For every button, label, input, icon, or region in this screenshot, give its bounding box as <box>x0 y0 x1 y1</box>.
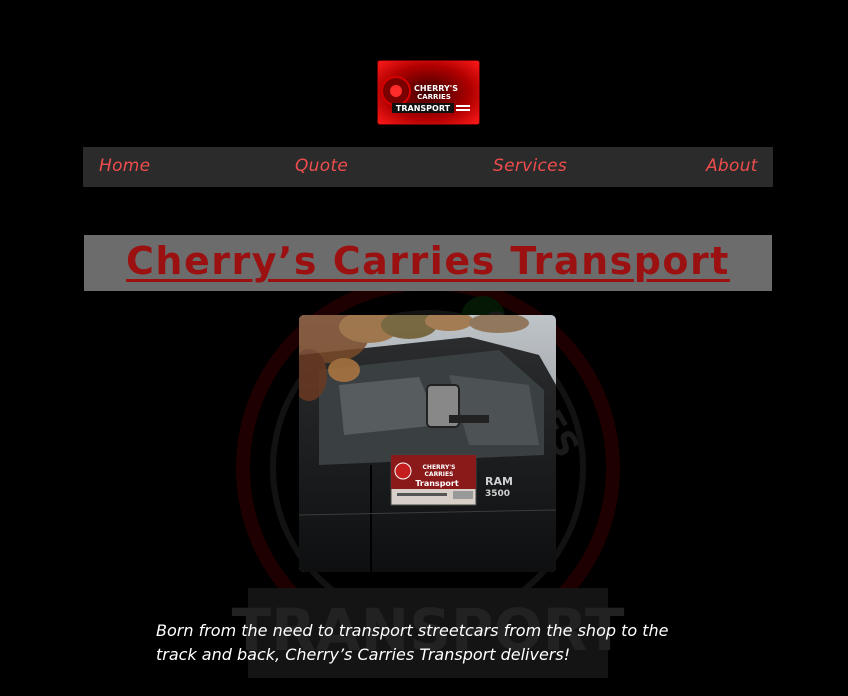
door-sign-line2: CARRIES <box>425 471 454 478</box>
logo-line2: CARRIES <box>417 93 451 101</box>
truck-photo-graphic: CHERRY'S CARRIES Transport RAM 3500 <box>299 315 556 572</box>
intro-text: Born from the need to transport streetca… <box>156 621 669 664</box>
nav-services-link[interactable]: Services <box>493 156 567 176</box>
ram-badge-line2: 3500 <box>485 489 510 499</box>
logo-line1: CHERRY'S <box>414 84 458 93</box>
door-sign-line1: CHERRY'S <box>423 464 456 471</box>
main-nav: Home Quote Services About <box>83 147 773 187</box>
door-sign-line3: Transport <box>415 479 459 488</box>
nav-about-link[interactable]: About <box>706 156 758 176</box>
site-logo[interactable]: CHERRY'S CARRIES TRANSPORT <box>377 60 480 125</box>
logo-line3: TRANSPORT <box>396 104 451 113</box>
nav-home-link[interactable]: Home <box>99 156 150 176</box>
logo-graphic: CHERRY'S CARRIES TRANSPORT <box>381 76 470 113</box>
nav-quote-link[interactable]: Quote <box>295 156 348 176</box>
door-sign: CHERRY'S CARRIES Transport <box>390 454 477 506</box>
ram-badge-line1: RAM <box>485 475 513 488</box>
title-banner: Cherry’s Carries Transport <box>84 235 772 291</box>
truck-photo: CHERRY'S CARRIES Transport RAM 3500 <box>299 315 556 572</box>
page-title: Cherry’s Carries Transport <box>126 239 730 283</box>
